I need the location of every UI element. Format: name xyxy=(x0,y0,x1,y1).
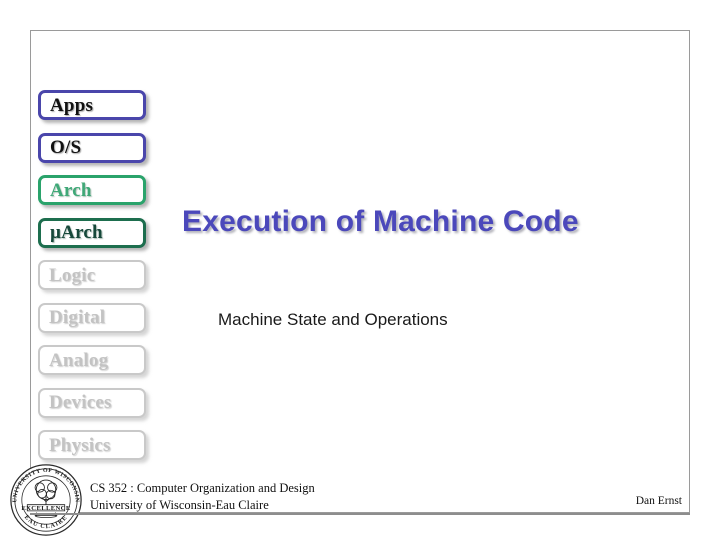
layer-box-digital[interactable]: Digital xyxy=(38,302,146,333)
layer-label: Analog xyxy=(49,349,109,371)
layer-box-analog[interactable]: Analog xyxy=(38,345,146,375)
footer-divider xyxy=(30,513,690,515)
layer-label: Physics xyxy=(49,434,111,456)
layer-box-physics[interactable]: Physics xyxy=(38,430,146,460)
layer-box-apps[interactable]: Apps xyxy=(38,90,146,120)
layer-box-microarch[interactable]: µArch xyxy=(38,217,146,248)
layer-label: Devices xyxy=(49,392,112,413)
title-block: Execution of Machine Code xyxy=(182,205,652,239)
university-seal-icon: UNIVERSITY OF WISCONSIN EAU CLAIRE EXCEL… xyxy=(10,464,82,536)
layer-box-os[interactable]: O/S xyxy=(38,132,146,163)
layer-box-devices[interactable]: Devices xyxy=(38,387,146,418)
svg-text:EXCELLENCE: EXCELLENCE xyxy=(21,505,70,512)
layer-label: Digital xyxy=(49,307,106,328)
footer-institution-line: University of Wisconsin-Eau Claire xyxy=(90,497,269,512)
layer-label: Apps xyxy=(50,94,94,116)
layer-box-arch[interactable]: Arch xyxy=(38,175,146,205)
layer-label: Arch xyxy=(50,179,92,201)
footer-course-info: CS 352 : Computer Organization and Desig… xyxy=(90,480,315,514)
abstraction-layer-stack: Apps O/S Arch µArch Logic Digital Analog… xyxy=(38,90,148,473)
slide-title: Execution of Machine Code xyxy=(182,205,579,238)
footer-author: Dan Ernst xyxy=(635,495,682,507)
slide-subtitle: Machine State and Operations xyxy=(218,310,448,329)
layer-label: Logic xyxy=(49,264,96,286)
university-seal-logo: UNIVERSITY OF WISCONSIN EAU CLAIRE EXCEL… xyxy=(6,461,86,539)
layer-label: µArch xyxy=(50,222,103,243)
layer-box-logic[interactable]: Logic xyxy=(38,260,146,290)
footer-course-line: CS 352 : Computer Organization and Desig… xyxy=(90,481,315,495)
layer-label: O/S xyxy=(50,137,82,158)
